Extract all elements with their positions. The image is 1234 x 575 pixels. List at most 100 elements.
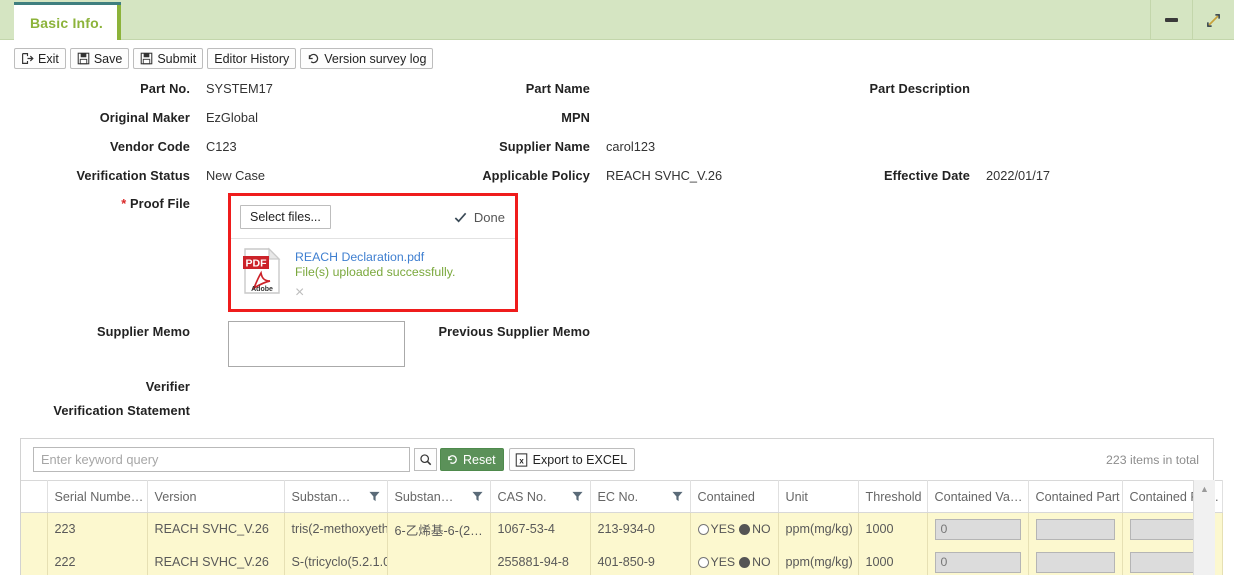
search-button[interactable] [414,448,437,471]
grid-vertical-scrollbar[interactable]: ▲ [1193,480,1215,575]
part-name-label: Part Name [525,81,590,96]
applicable-policy-value: REACH SVHC_V.26 [606,168,723,183]
contained-value-input[interactable] [934,518,1021,540]
tab-basic-info[interactable]: Basic Info. [14,2,121,40]
field-supplier-name: Supplier Name carol123 [410,139,655,154]
table-row[interactable]: 222 REACH SVHC_V.26 S-(tricyclo(5.2.1.0 255… [21,545,1223,575]
table-header-cell[interactable]: Substan… [284,480,388,513]
field-part-no: Part No. SYSTEM17 [0,81,273,96]
cell-version: REACH SVHC_V.26 [147,512,285,546]
maximize-button[interactable] [1192,0,1234,40]
exit-button[interactable]: Exit [14,48,66,69]
cell-threshold: 1000 [858,545,928,575]
table-header-label: Substan… [394,489,454,504]
contained-part-input[interactable] [1035,551,1115,573]
filter-icon[interactable] [471,491,483,502]
table-header-cell[interactable]: Substan… [387,480,491,513]
table-header-cell[interactable] [21,480,48,513]
filter-icon[interactable] [671,491,683,502]
table-header-label: EC No. [597,489,639,504]
cell-contained-radio[interactable]: YES NO [690,512,779,546]
field-effective-date: Effective Date 2022/01/17 [790,168,1050,183]
excel-icon: x [515,452,527,467]
table-header-label: Threshold [865,489,922,504]
radio-contained-no[interactable] [739,523,751,535]
check-icon [454,212,467,222]
verification-status-label: Verification Status [76,168,190,183]
cell-version: REACH SVHC_V.26 [147,545,285,575]
field-original-maker: Original Maker EzGlobal [0,110,258,125]
verification-status-value: New Case [206,168,266,183]
cell-unit: ppm(mg/kg) [778,545,859,575]
radio-contained-yes[interactable] [697,556,709,568]
exit-icon [22,53,34,64]
minimize-icon [1165,18,1178,22]
upload-success-message: File(s) uploaded successfully. [295,265,456,280]
table-header-cell[interactable]: Unit [778,480,859,513]
previous-supplier-memo-label: Previous Supplier Memo [438,324,590,339]
table-row[interactable]: 223 REACH SVHC_V.26 tris(2-methoxyeth 6-乙烯基… [21,512,1223,546]
reset-icon [448,455,457,464]
version-survey-log-button[interactable]: Version survey log [300,48,434,69]
table-header-cell[interactable]: Contained Part [1028,480,1123,513]
cell-contained-radio[interactable]: YES NO [690,545,779,575]
part-no-label: Part No. [140,81,190,96]
table-header-cell[interactable]: Serial Numbe…↓ [47,480,148,513]
table-header-label: CAS No. [497,489,547,504]
scroll-up-arrow-icon[interactable]: ▲ [1194,484,1215,494]
table-header-cell[interactable]: Threshold [858,480,928,513]
reset-button-label: Reset [463,452,496,467]
export-excel-button[interactable]: x Export to EXCEL [508,448,636,471]
remove-file-icon[interactable]: × [295,284,304,301]
upload-done-status: Done [453,210,505,225]
cell-unit: ppm(mg/kg) [778,512,859,546]
save-button[interactable]: Save [69,48,130,69]
field-proof-file: * Proof File [0,196,190,211]
mpn-label: MPN [561,110,590,125]
reset-button[interactable]: Reset [440,448,504,471]
cell-contained-part[interactable] [1028,512,1123,546]
field-part-name: Part Name [410,81,606,96]
supplier-name-label: Supplier Name [499,139,590,154]
table-header-cell[interactable]: CAS No. [490,480,591,513]
svg-text:PDF: PDF [246,258,268,270]
filter-icon[interactable] [368,491,380,502]
uploaded-file-name[interactable]: REACH Declaration.pdf [295,250,455,265]
grid-toolbar: Reset x Export to EXCEL 223 items in tot… [21,439,1213,480]
table-header-label: Contained [697,489,755,504]
cell-contained-value[interactable] [927,512,1029,546]
submit-button[interactable]: Submit [133,48,204,69]
grid-table-wrapper: Serial Numbe…↓ Version Substan… Substan… CAS… [21,480,1223,575]
uploaded-file-row: PDF Adobe REACH Declaration.pdf File(s) … [231,239,515,309]
contained-part-input[interactable] [1035,518,1115,540]
cell-substance-name-cn: 6-乙烯基-6-(2… [387,512,491,546]
table-header-cell[interactable]: EC No. [590,480,691,513]
contained-value-input[interactable] [934,551,1021,573]
action-toolbar: Exit Save Submit Editor History Version … [0,40,1234,75]
filter-icon[interactable] [571,491,583,502]
basic-info-form: Part No. SYSTEM17 Part Name Part Descrip… [0,75,1234,430]
search-icon [420,454,432,466]
select-files-button[interactable]: Select files... [240,205,331,229]
minimize-button[interactable] [1150,0,1192,40]
vendor-code-label: Vendor Code [109,139,190,154]
field-verifier: Verifier [0,379,206,394]
radio-contained-no[interactable] [739,556,751,568]
table-header-cell[interactable]: Contained Va… [927,480,1029,513]
radio-contained-yes[interactable] [697,523,709,535]
table-header-cell[interactable]: Contained [690,480,779,513]
search-input[interactable] [33,447,410,472]
substance-grid-panel: Reset x Export to EXCEL 223 items in tot… [20,438,1223,575]
table-header-cell[interactable]: Version [147,480,285,513]
editor-history-button[interactable]: Editor History [207,48,297,69]
cell-substance-name-cn [387,545,491,575]
field-verification-status: Verification Status New Case [0,168,265,183]
svg-text:x: x [519,456,524,465]
history-icon [309,53,319,64]
cell-contained-part[interactable] [1028,545,1123,575]
radio-contained-yes-label: YES [710,555,736,569]
supplier-memo-input[interactable] [228,321,405,367]
verification-statement-label: Verification Statement [53,403,190,418]
cell-contained-value[interactable] [927,545,1029,575]
pdf-file-icon: PDF Adobe [241,247,287,309]
